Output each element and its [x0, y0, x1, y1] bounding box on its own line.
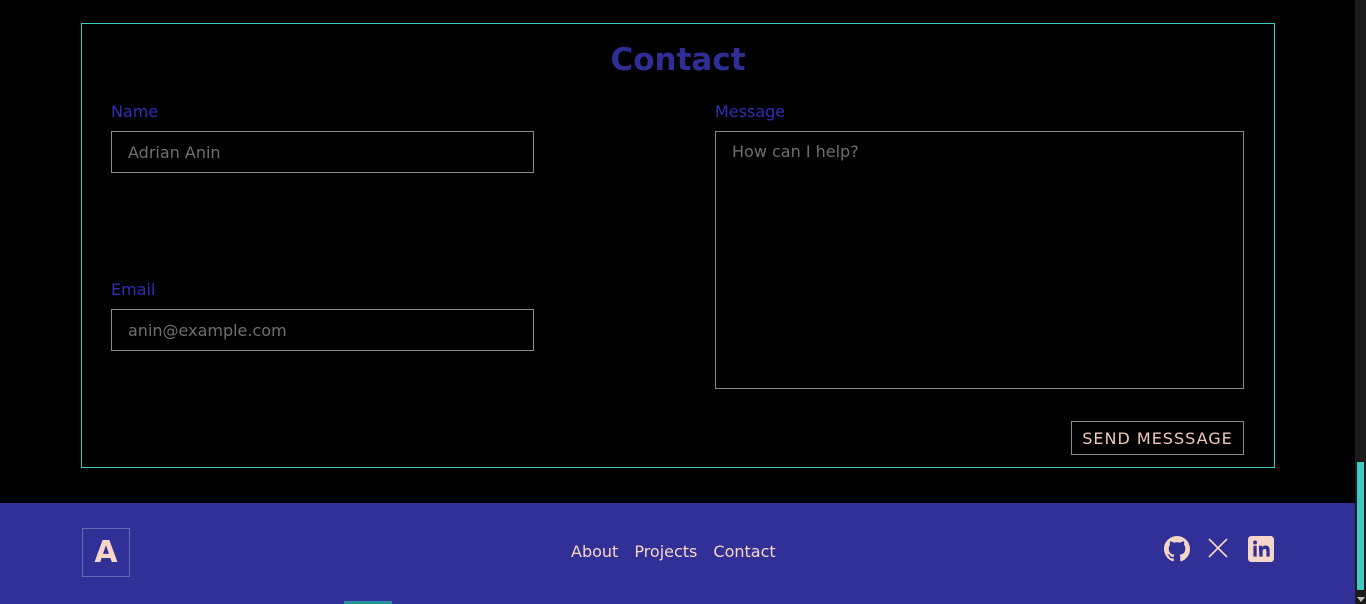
scroll-down-arrow-icon[interactable] — [1357, 597, 1365, 602]
scrollbar[interactable] — [1355, 0, 1366, 604]
send-message-button[interactable]: SEND MESSSAGE — [1071, 421, 1244, 455]
x-icon[interactable] — [1206, 536, 1232, 562]
name-label: Name — [111, 102, 159, 121]
scrollbar-thumb[interactable] — [1357, 462, 1364, 590]
footer-nav: About Projects Contact — [571, 542, 776, 561]
github-icon[interactable] — [1164, 536, 1190, 562]
logo[interactable]: A — [82, 528, 130, 577]
nav-link-projects[interactable]: Projects — [634, 542, 697, 561]
message-label: Message — [715, 102, 786, 121]
name-input[interactable] — [111, 131, 534, 173]
contact-section: Contact Name Email Message SEND MESSSAGE — [81, 23, 1275, 468]
email-input[interactable] — [111, 309, 534, 351]
email-label: Email — [111, 280, 156, 299]
message-textarea[interactable] — [715, 131, 1244, 389]
nav-link-contact[interactable]: Contact — [713, 542, 775, 561]
linkedin-icon[interactable] — [1248, 536, 1274, 562]
site-footer: A About Projects Contact — [0, 503, 1355, 604]
contact-title: Contact — [610, 42, 746, 78]
social-links — [1164, 536, 1274, 562]
nav-link-about[interactable]: About — [571, 542, 618, 561]
